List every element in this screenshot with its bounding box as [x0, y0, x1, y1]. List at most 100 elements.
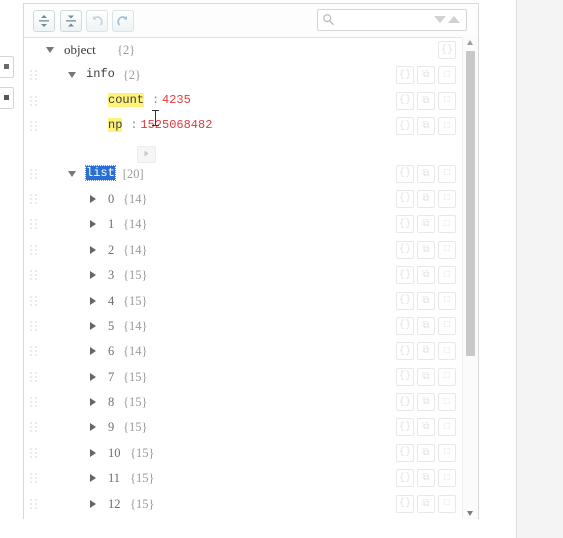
search-box[interactable] [317, 9, 467, 32]
duplicate-row-button[interactable]: ⧉ [417, 240, 435, 259]
format-object-button[interactable]: {} [396, 367, 414, 386]
drag-handle-icon[interactable] [30, 244, 39, 256]
array-index-label[interactable]: 5 [108, 319, 114, 334]
remove-row-button[interactable]: □ [438, 393, 456, 412]
tree-row[interactable]: 4 {15} {} ⧉ □ [24, 289, 478, 314]
drag-handle-icon[interactable] [30, 473, 39, 484]
format-object-button[interactable]: {} [396, 469, 414, 488]
format-object-button[interactable]: {} [396, 215, 414, 234]
property-key[interactable]: list [85, 164, 116, 181]
duplicate-row-button[interactable]: ⧉ [417, 443, 435, 462]
format-object-button[interactable]: {} [396, 240, 414, 259]
expand-all-button[interactable] [33, 10, 55, 32]
caret-expanded-icon[interactable] [68, 170, 76, 177]
remove-row-button[interactable]: □ [438, 117, 456, 136]
duplicate-row-button[interactable]: ⧉ [417, 66, 435, 85]
remove-row-button[interactable]: □ [438, 215, 456, 234]
drag-handle-icon[interactable] [30, 346, 39, 357]
tree-row[interactable]: 12 {15} {} ⧉ □ [24, 492, 478, 517]
array-index-label[interactable]: 11 [108, 471, 120, 486]
duplicate-row-button[interactable]: ⧉ [417, 316, 435, 335]
remove-row-button[interactable]: □ [438, 91, 456, 110]
property-key[interactable]: info [86, 67, 115, 81]
remove-row-button[interactable]: □ [438, 266, 456, 285]
scroll-up-arrow-icon[interactable] [467, 40, 473, 45]
drag-handle-icon[interactable] [30, 121, 39, 132]
tree-row[interactable]: 7 {15} {} ⧉ □ [24, 365, 478, 390]
duplicate-row-button[interactable]: ⧉ [417, 418, 435, 437]
array-index-label[interactable]: 1 [108, 217, 114, 232]
remove-row-button[interactable]: □ [438, 342, 456, 361]
caret-collapsed-icon[interactable] [90, 271, 96, 280]
drag-handle-icon[interactable] [30, 168, 39, 180]
drag-handle-icon[interactable] [30, 219, 39, 230]
drag-handle-icon[interactable] [30, 295, 39, 307]
scroll-down-arrow-icon[interactable] [467, 511, 473, 516]
tree-row[interactable]: 11 {15} {} ⧉ □ [24, 466, 478, 491]
remove-row-button[interactable]: □ [438, 164, 456, 183]
remove-row-button[interactable]: □ [438, 443, 456, 462]
drag-handle-icon[interactable] [30, 498, 39, 510]
caret-collapsed-icon[interactable] [90, 220, 96, 229]
caret-collapsed-icon[interactable] [90, 499, 96, 508]
undo-button[interactable] [86, 10, 108, 32]
append-item-button[interactable] [137, 146, 156, 163]
array-index-label[interactable]: 3 [108, 268, 114, 283]
format-object-button[interactable]: {} [396, 393, 414, 412]
tree-row[interactable]: 1 {14} {} ⧉ □ [24, 212, 478, 237]
redo-button[interactable] [112, 10, 134, 32]
remove-row-button[interactable]: □ [438, 240, 456, 259]
drag-handle-icon[interactable] [30, 270, 39, 281]
caret-expanded-icon[interactable] [68, 72, 76, 79]
caret-collapsed-icon[interactable] [90, 245, 96, 254]
drag-handle-icon[interactable] [30, 371, 39, 383]
property-key[interactable]: np [108, 118, 123, 133]
tree-row[interactable]: np:1525068482{} ⧉ □ [24, 114, 478, 139]
array-index-label[interactable]: 6 [108, 344, 114, 359]
find-next-button[interactable] [434, 16, 446, 23]
tree-row[interactable]: 3 {15} {} ⧉ □ [24, 263, 478, 288]
format-object-button[interactable]: {} [396, 316, 414, 335]
remove-row-button[interactable]: □ [438, 494, 456, 513]
caret-collapsed-icon[interactable] [90, 474, 96, 483]
tree-row[interactable]: 5 {14} {} ⧉ □ [24, 314, 478, 339]
caret-collapsed-icon[interactable] [90, 372, 96, 381]
tree-row[interactable]: object {2} {} [24, 38, 478, 63]
duplicate-row-button[interactable]: ⧉ [417, 164, 435, 183]
array-index-label[interactable]: 2 [108, 243, 114, 258]
caret-collapsed-icon[interactable] [90, 321, 96, 330]
duplicate-row-button[interactable]: ⧉ [417, 494, 435, 513]
format-object-button[interactable]: {} [438, 41, 456, 59]
find-previous-button[interactable] [448, 16, 460, 23]
property-key[interactable]: object [64, 42, 96, 58]
array-index-label[interactable]: 10 [108, 446, 121, 461]
format-object-button[interactable]: {} [396, 164, 414, 183]
tree-row[interactable]: 6 {14} {} ⧉ □ [24, 339, 478, 364]
caret-collapsed-icon[interactable] [90, 423, 96, 432]
left-edge-button-1[interactable] [0, 56, 14, 78]
search-input[interactable] [340, 10, 444, 32]
remove-row-button[interactable]: □ [438, 367, 456, 386]
format-object-button[interactable]: {} [396, 189, 414, 208]
tree-row[interactable]: 0 {14} {} ⧉ □ [24, 187, 478, 212]
duplicate-row-button[interactable]: ⧉ [417, 117, 435, 136]
format-object-button[interactable]: {} [396, 266, 414, 285]
collapse-all-button[interactable] [60, 10, 82, 32]
array-index-label[interactable]: 0 [108, 192, 114, 207]
tree-row[interactable]: 10 {15} {} ⧉ □ [24, 441, 478, 466]
duplicate-row-button[interactable]: ⧉ [417, 266, 435, 285]
remove-row-button[interactable]: □ [438, 316, 456, 335]
array-index-label[interactable]: 8 [108, 395, 114, 410]
array-index-label[interactable]: 7 [108, 370, 114, 385]
caret-collapsed-icon[interactable] [90, 194, 96, 203]
tree-row[interactable]: 8 {15} {} ⧉ □ [24, 390, 478, 415]
format-object-button[interactable]: {} [396, 66, 414, 85]
duplicate-row-button[interactable]: ⧉ [417, 215, 435, 234]
duplicate-row-button[interactable]: ⧉ [417, 393, 435, 412]
tree-row[interactable]: count:4235 {} ⧉ □ [24, 89, 478, 114]
drag-handle-icon[interactable] [30, 447, 39, 459]
remove-row-button[interactable]: □ [438, 189, 456, 208]
drag-handle-icon[interactable] [30, 70, 39, 81]
remove-row-button[interactable]: □ [438, 469, 456, 488]
drag-handle-icon[interactable] [30, 422, 39, 433]
